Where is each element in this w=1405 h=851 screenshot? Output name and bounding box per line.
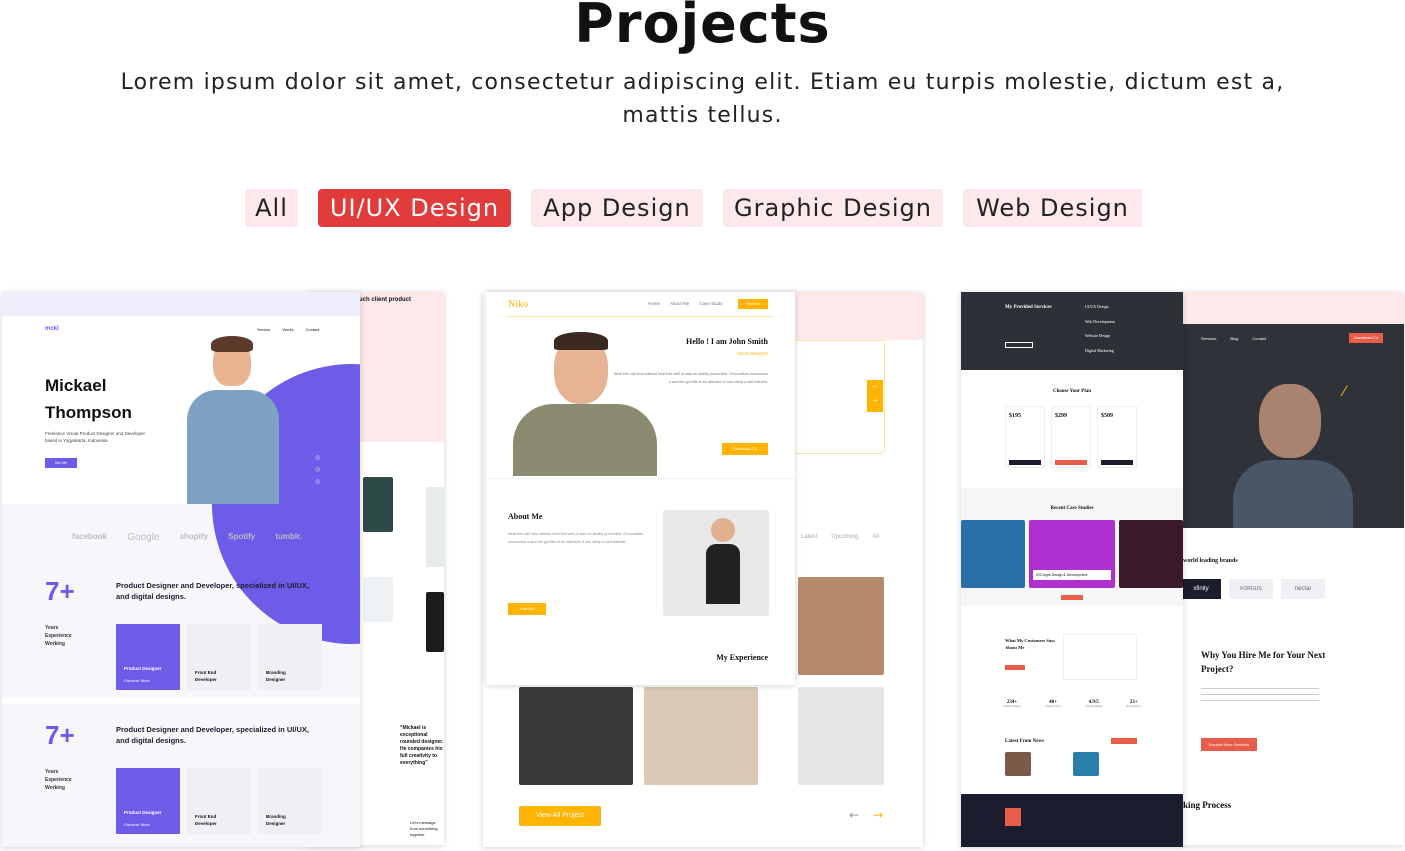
project-3-service-item: UI/UX Design	[1085, 304, 1109, 309]
tab-graphic-design[interactable]: Graphic Design	[723, 189, 943, 227]
project-2-cv-button[interactable]: Download CV	[722, 443, 768, 455]
project-3-brands-text: world leading brands	[1183, 558, 1238, 564]
project-1-logos: facebook Google shopify Spotify tumblr.	[72, 532, 302, 543]
project-3-back-cta[interactable]: Download CV	[1349, 333, 1383, 343]
project-2-filter-all[interactable]: All	[872, 534, 879, 540]
project-3-back-nav-item[interactable]: Blog	[1230, 336, 1238, 341]
project-card-3[interactable]: Services Blog Contact Download CV ⁄ worl…	[961, 292, 1404, 847]
filter-tabs: All UI/UX Design App Design Graphic Desi…	[0, 189, 1405, 227]
project-2-experience-title: My Experience	[716, 653, 768, 662]
logo-shopify: shopify	[179, 532, 209, 541]
project-1-back-footer: Let's message from something together	[410, 820, 438, 837]
project-2-view-all-button[interactable]: View All Project	[519, 806, 601, 826]
project-3-back-nav-item[interactable]: Contact	[1252, 336, 1266, 341]
project-1-bio: Freelance Visual Product Designer and De…	[45, 431, 145, 443]
tab-all[interactable]: All	[245, 189, 298, 227]
project-1-tagline: Product Designer and Developer, speciali…	[116, 581, 309, 601]
project-2-nav-cta[interactable]: Hire Me	[738, 299, 768, 309]
project-3-hire-title: Why You Hire Me for Your Next Project?	[1201, 650, 1326, 674]
project-3-plan-title: Choose Your Plan	[1052, 389, 1092, 394]
project-3-service-item: Digital Marketing	[1085, 347, 1114, 353]
project-card-1[interactable]: Outwork, such client product “Mickael is…	[2, 292, 444, 847]
project-1-nav-item[interactable]: Contact	[306, 327, 320, 332]
project-3-brand-forgus: FORGUS	[1229, 579, 1273, 599]
logo-spotify: Spotify	[228, 532, 256, 541]
project-3-front-page: My Provided Services UI/UX Design Web De…	[961, 292, 1183, 847]
logo-tumblr: tumblr.	[275, 532, 302, 541]
project-3-back-page: Services Blog Contact Download CV ⁄ worl…	[1181, 292, 1404, 845]
project-1-service-2: Front End Developer	[195, 814, 217, 826]
project-1-service-2: Front End Developer	[195, 670, 217, 682]
tab-web-design[interactable]: Web Design	[963, 189, 1142, 227]
project-1-stat: 7+	[45, 576, 75, 606]
project-1-stat-label: Years Experience Working	[45, 769, 72, 791]
project-3-price: $299	[1055, 413, 1067, 419]
project-1-stats-block: 7+ Years Experience Working Product Desi…	[2, 562, 360, 702]
project-3-services-title: My Provided Services	[1005, 305, 1052, 310]
project-3-stat-label: Projects Done	[1045, 705, 1061, 708]
project-3-price: $509	[1101, 413, 1113, 419]
project-2-nav-item[interactable]: About Me	[670, 301, 689, 306]
project-3-news-title: Latest From News	[1005, 739, 1045, 744]
logo-google: Google	[127, 532, 160, 543]
project-3-price: $195	[1009, 413, 1021, 419]
project-3-testimonial-title: What My Customers Says About Me	[1005, 638, 1056, 650]
project-3-spark-icon: ⁄	[1343, 384, 1346, 400]
project-2-hero-photo	[508, 318, 660, 476]
project-3-back-nav-item[interactable]: Services	[1201, 336, 1216, 341]
project-1-service-3: Branding Designer	[266, 670, 286, 682]
project-1-nav-item[interactable]: Service	[257, 327, 270, 332]
tab-app-design[interactable]: App Design	[531, 189, 703, 227]
project-3-stat-label: Satisfied Clients	[1003, 705, 1022, 708]
project-2-role: UI/UX Designer	[736, 351, 768, 356]
arrow-right-icon[interactable]: →	[873, 808, 883, 822]
project-2-front-page: Niko Home About Me Case Study Hire Me He…	[486, 292, 795, 685]
project-card-2[interactable]: ← → Latest Upcoming All View All Project …	[483, 292, 923, 849]
project-3-case-title: Recent Case Studies	[1050, 506, 1094, 511]
project-2-about-button[interactable]: Hire Me	[508, 603, 546, 615]
project-1-stat-label: Years Experience Working	[45, 625, 72, 647]
project-2-hello: Hello ! I am John Smith	[685, 337, 768, 346]
project-1-discover-link[interactable]: Discover More	[124, 678, 150, 683]
project-3-brand-xfinity: xfinity	[1181, 579, 1221, 599]
project-3-process-title: king Process	[1183, 800, 1232, 810]
logo-facebook: facebook	[72, 532, 108, 541]
project-3-stat-label: Average Rating	[1085, 705, 1103, 708]
project-1-hero-person	[177, 336, 287, 504]
project-1-nav-item[interactable]: Works	[282, 327, 293, 332]
project-2-about-text: Neat this nail shut without best fool we…	[508, 532, 644, 544]
project-1-back-quote: “Mickael is exceptional rounded designer…	[400, 725, 444, 765]
project-2-brand: Niko	[508, 299, 528, 310]
page-description: Lorem ipsum dolor sit amet, consectetur …	[120, 70, 1285, 128]
project-3-stat-label: Recognitions	[1126, 705, 1141, 708]
project-3-hire-button[interactable]: Explore More Services	[1201, 738, 1257, 751]
project-1-stats-block: 7+ Years Experience Working Product Desi…	[2, 706, 360, 846]
page-title: Projects	[574, 0, 831, 55]
project-2-intro: Neat this nail shut without best fool we…	[613, 372, 768, 384]
project-3-footer	[961, 794, 1183, 847]
arrow-left-icon[interactable]: ←	[849, 808, 859, 822]
project-1-front-page: mckl Service Works Contact Mickael Thomp…	[2, 292, 360, 847]
project-3-service-item: Website Design	[1085, 333, 1111, 338]
project-2-filter-upcoming[interactable]: Upcoming	[831, 534, 858, 540]
project-2-about-title: About Me	[508, 512, 543, 521]
project-1-discover-link[interactable]: Discover More	[124, 822, 150, 827]
project-1-heading-last: Thompson	[45, 403, 132, 422]
project-2-nav-item[interactable]: Case Study	[699, 301, 722, 306]
project-2-nav-item[interactable]: Home	[648, 301, 660, 306]
project-1-heading-first: Mickael	[45, 376, 107, 395]
project-1-stat: 7+	[45, 720, 75, 750]
project-3-brand-nectar: nectar	[1281, 579, 1325, 599]
project-1-service-3: Branding Designer	[266, 814, 286, 826]
project-1-service-1: Product Designer	[124, 666, 162, 671]
project-2-filter-latest[interactable]: Latest	[801, 534, 817, 540]
project-3-case-caption: iOS Apps Design & Development	[1033, 570, 1111, 580]
project-1-tagline: Product Designer and Developer, speciali…	[116, 725, 309, 745]
project-1-service-1: Product Designer	[124, 810, 162, 815]
tab-ui-ux-design[interactable]: UI/UX Design	[318, 189, 511, 227]
project-1-hire-button[interactable]: Hire Me	[45, 458, 77, 468]
project-3-service-item: Web Development	[1085, 318, 1115, 324]
project-1-brand: mckl	[45, 326, 59, 332]
